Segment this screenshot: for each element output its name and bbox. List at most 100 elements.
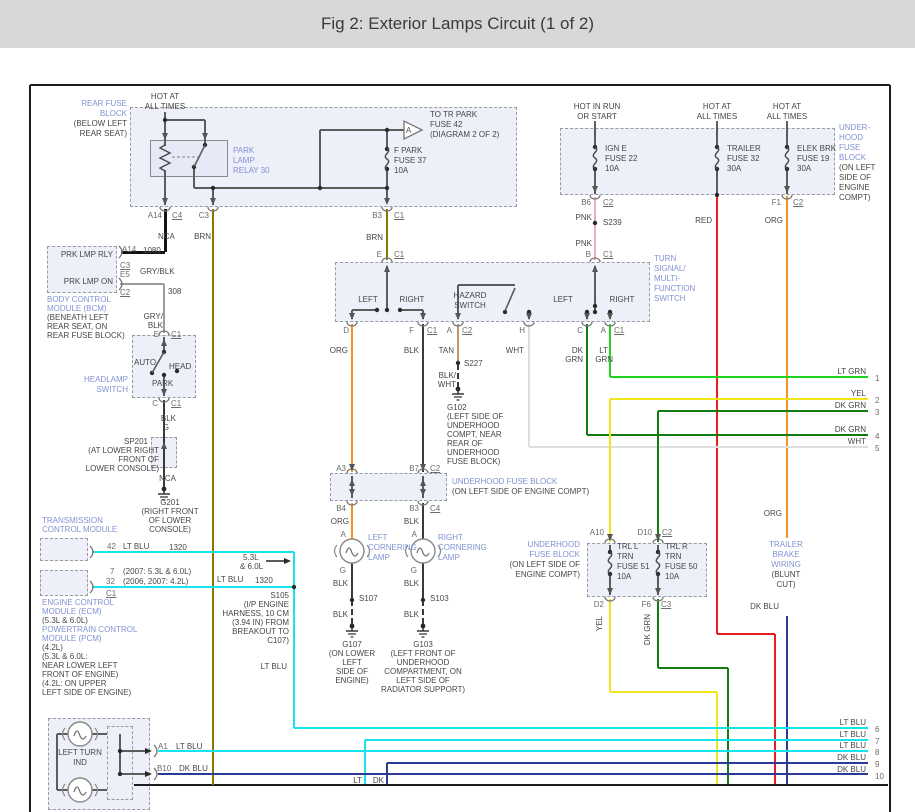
diagram-label: PRK LMP RLY: [61, 250, 113, 259]
diagram-label: 5.3L: [243, 553, 259, 562]
diagram-label: ORG: [331, 517, 349, 526]
diagram-label: TRAILER: [769, 540, 803, 549]
diagram-label: (RIGHT FRONT: [141, 507, 198, 516]
diagram-label: 30A: [797, 164, 811, 173]
junction-dot: [118, 749, 122, 753]
diagram-label: 30A: [727, 164, 741, 173]
diagram-label: UNDERHOOD: [397, 658, 449, 667]
diagram-label: COMPT): [839, 193, 871, 202]
diagram-label: HOT AT: [151, 92, 179, 101]
diagram-label: C: [152, 399, 158, 408]
diagram-label: LOWER CONSOLE): [86, 464, 159, 473]
fuse-icon: [385, 148, 388, 170]
diagram-label: FUSE 50: [665, 562, 697, 571]
diagram-label: C2: [462, 326, 472, 335]
diagram-label: A: [447, 326, 452, 335]
diagram-label: A14: [122, 245, 136, 254]
diagram-label: BLOCK: [100, 109, 127, 118]
diagram-label: 3: [875, 408, 879, 417]
diagram-label: (BELOW LEFT: [74, 119, 127, 128]
bulb-icon: [63, 728, 66, 740]
diagram-label: FRONT OF: [118, 455, 159, 464]
diagram-label: TRL R: [665, 542, 688, 551]
connector-pin-icon: [159, 398, 169, 402]
switch-blade-line: [505, 288, 515, 311]
arrowhead-icon: [607, 534, 613, 541]
junction-dot: [118, 772, 122, 776]
diagram-label: B4: [336, 504, 346, 513]
arrowhead-icon: [349, 313, 355, 320]
diagram-label: E: [154, 330, 159, 339]
diagram-label: C3: [120, 261, 130, 270]
diagram-label: C107): [267, 636, 289, 645]
diagram-label: C4: [430, 504, 440, 513]
diagram-label: F6: [642, 600, 651, 609]
arrowhead-icon: [161, 442, 167, 449]
diagram-label: C1: [394, 211, 404, 220]
diagram-label: UNDERHOOD: [528, 540, 580, 549]
diagram-canvas: AHOT ATALL TIMESREAR FUSEBLOCK(BELOW LEF…: [0, 0, 915, 812]
junction-dot: [593, 221, 597, 225]
arrowhead-icon: [384, 198, 390, 205]
diagram-label: G107: [342, 640, 362, 649]
diagram-label: DK BLU: [837, 753, 866, 762]
junction-dot: [385, 186, 389, 190]
diagram-label: FUSE 32: [727, 154, 759, 163]
diagram-label: ORG: [330, 346, 348, 355]
diagram-label: PNK: [576, 239, 592, 248]
diagram-label: CUT): [776, 580, 795, 589]
diagram-label: ENGINE): [335, 676, 368, 685]
diagram-label: DK GRN: [835, 401, 866, 410]
junction-dot: [456, 361, 460, 365]
diagram-label: TO TR PARK: [430, 110, 477, 119]
bulb-icon: [63, 784, 66, 796]
arrowhead-icon: [210, 198, 216, 205]
diagram-label: A: [601, 326, 606, 335]
diagram-label: TAN: [439, 346, 454, 355]
diagram-label: TRN: [665, 552, 681, 561]
diagram-label: ENGINE COMPT): [516, 570, 580, 579]
diagram-label: COMPT, NEAR: [447, 430, 502, 439]
arrowhead-icon: [526, 313, 532, 320]
diagram-label: REAR OF: [447, 439, 483, 448]
diagram-label: C1: [394, 250, 404, 259]
junction-dot: [398, 308, 402, 312]
arrowhead-icon: [162, 133, 168, 140]
diagram-label: B: [586, 250, 591, 259]
diagram-label: LEFT TURN: [58, 748, 102, 757]
bulb-icon: [335, 545, 338, 557]
arrowhead-icon: [655, 534, 661, 541]
diagram-label: CORNERING: [438, 543, 487, 552]
diagram-label: S103: [430, 594, 449, 603]
diagram-label: DK GRN: [835, 425, 866, 434]
diagram-label: 4: [875, 432, 879, 441]
diagram-label: (AT LOWER RIGHT: [88, 446, 159, 455]
diagram-label: LEFT: [553, 295, 573, 304]
diagram-label: HEADLAMP: [84, 375, 128, 384]
diagram-label: G103: [413, 640, 433, 649]
diagram-label: (DIAGRAM 2 OF 2): [430, 130, 499, 139]
diagram-label: C: [577, 326, 583, 335]
diagram-label: C1: [427, 326, 437, 335]
diagram-label: G102: [447, 403, 467, 412]
diagram-label: GRY/BLK: [140, 267, 175, 276]
diagram-label: 1080: [143, 246, 161, 255]
diagram-label: RIGHT: [610, 295, 635, 304]
diagram-label: S227: [464, 359, 483, 368]
diagram-label: 7: [875, 737, 879, 746]
diagram-label: BRN: [194, 232, 211, 241]
bulb-icon: [63, 778, 98, 802]
connector-pin-icon: [582, 322, 592, 326]
diagram-label: FUSE 22: [605, 154, 637, 163]
diagram-label: (5.3L & 6.0L): [42, 616, 88, 625]
diagram-label: MODULE (BCM): [47, 304, 107, 313]
fuse-icon: [656, 552, 659, 574]
diagram-label: PARK: [233, 146, 254, 155]
diagram-label: LT BLU: [840, 730, 866, 739]
diagram-label: YEL: [595, 616, 604, 631]
diagram-label: ENGINE: [839, 183, 870, 192]
diagram-label: WHT: [438, 380, 456, 389]
diagram-label: E: [377, 250, 382, 259]
connector-pin-icon: [418, 501, 428, 505]
diagram-label: G: [411, 566, 417, 575]
